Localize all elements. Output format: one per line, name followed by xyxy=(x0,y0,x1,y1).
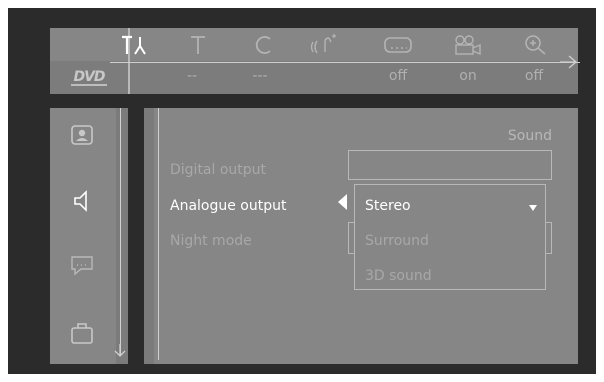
sidebar-scroll-line xyxy=(120,108,121,356)
digital-output-label[interactable]: Digital output xyxy=(170,162,266,178)
zoom-value: off xyxy=(524,68,544,84)
sidebar-scrollbar[interactable] xyxy=(116,108,128,364)
option-3d-sound[interactable]: 3D sound xyxy=(365,268,432,284)
angle-icon[interactable] xyxy=(448,32,488,58)
top-divider-line xyxy=(110,62,580,63)
angle-value: on xyxy=(459,68,477,84)
chapter-icon[interactable] xyxy=(244,32,284,58)
zoom-icon[interactable] xyxy=(516,32,556,58)
panel-divider-line xyxy=(158,108,159,360)
dvd-logo: DVD xyxy=(71,68,107,86)
panel-left-edge xyxy=(144,108,154,364)
disc-type-cell: DVD xyxy=(50,61,130,94)
picture-icon[interactable] xyxy=(64,120,100,150)
panel-title: Sound xyxy=(507,128,552,144)
setup-icon[interactable] xyxy=(114,32,154,58)
option-stereo[interactable]: Stereo xyxy=(365,198,411,214)
analogue-output-label[interactable]: Analogue output xyxy=(170,198,286,214)
title-value: -- xyxy=(186,68,198,84)
selection-pointer-icon xyxy=(338,194,347,210)
title-icon[interactable] xyxy=(178,32,218,58)
features-icon[interactable] xyxy=(64,318,100,348)
arrow-down-icon xyxy=(114,344,126,357)
audio-icon[interactable] xyxy=(304,32,344,58)
subtitle-icon[interactable] xyxy=(378,32,418,58)
option-surround[interactable]: Surround xyxy=(365,233,429,249)
chevron-down-icon xyxy=(529,205,537,211)
speaker-icon[interactable] xyxy=(64,186,100,216)
subtitle-value: off xyxy=(388,68,408,84)
language-icon[interactable] xyxy=(64,250,100,280)
night-mode-label[interactable]: Night mode xyxy=(170,233,252,249)
analogue-output-dropdown[interactable]: Stereo Surround 3D sound xyxy=(354,184,546,290)
chapter-value: --- xyxy=(252,68,268,84)
top-menu-bar: DVD -- --- off on off xyxy=(50,28,580,94)
digital-output-field[interactable] xyxy=(348,150,552,180)
